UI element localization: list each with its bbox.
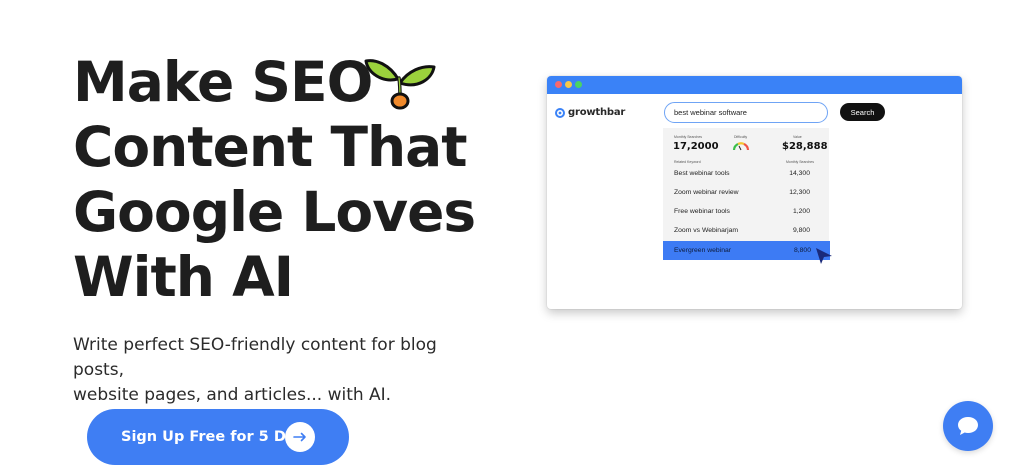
hero-title-line-1: Make SEO [73,50,373,114]
keyword-volume: 9,800 [792,227,810,234]
keyword-row[interactable]: Best webinar tools 14,300 [663,164,829,183]
keyword-results-panel: Monthly Searches 17,2000 Difficulty Valu… [663,128,830,260]
keyword-volume: 1,200 [792,208,810,215]
sprout-icon [364,59,436,110]
keyword-name: Zoom webinar review [674,189,739,196]
keyword-name: Free webinar tools [674,208,730,215]
growthbar-logo-icon [555,107,565,118]
keyword-name: Zoom vs Webinarjam [674,227,739,234]
monthly-searches-label: Monthly Searches [674,135,703,139]
product-mockup: growthbar Search Monthly Searches 17,200… [547,76,962,309]
hero-subtitle-line-1: Write perfect SEO-friendly content for b… [73,335,437,380]
chat-icon [958,417,978,435]
window-minimize-dot [565,81,572,88]
monthly-searches-value: 17,2000 [673,141,719,152]
keyword-row[interactable]: Free webinar tools 1,200 [663,202,829,221]
growthbar-logo: growthbar [555,107,625,118]
keyword-search-input[interactable] [664,102,828,123]
hero-title-line-4: With AI [73,245,294,309]
hero-subtitle: Write perfect SEO-friendly content for b… [73,333,493,408]
window-maximize-dot [575,81,582,88]
window-close-dot [555,81,562,88]
mouse-cursor-icon [816,248,832,264]
hero-title: Make SEO Content That Google Loves With … [73,50,533,310]
keyword-row[interactable]: Zoom webinar review 12,300 [663,183,829,202]
keyword-volume: 12,300 [789,189,810,196]
hero-subtitle-line-2: website pages, and articles... with AI. [73,385,392,405]
difficulty-gauge-icon [732,142,750,151]
keyword-row[interactable]: Zoom vs Webinarjam 9,800 [663,221,829,240]
hero-title-line-2: Content That [73,115,468,179]
signup-button[interactable]: Sign Up Free for 5 Days [87,409,349,465]
mockup-titlebar [547,76,962,94]
chat-widget-button[interactable] [943,401,993,451]
difficulty-label: Difficulty [734,135,748,139]
keyword-row-selected[interactable]: Evergreen webinar 8,800 [663,241,830,260]
hero-title-line-3: Google Loves [73,180,476,244]
value-value: $28,888 [782,141,828,152]
arrow-right-icon [285,422,315,452]
value-label: Value [793,135,802,139]
keyword-volume: 14,300 [789,170,810,177]
search-button[interactable]: Search [840,103,885,121]
keyword-name: Evergreen webinar [674,247,732,254]
keyword-name: Best webinar tools [674,170,730,177]
growthbar-logo-text: growthbar [568,107,626,118]
keyword-volume: 8,800 [793,247,811,254]
